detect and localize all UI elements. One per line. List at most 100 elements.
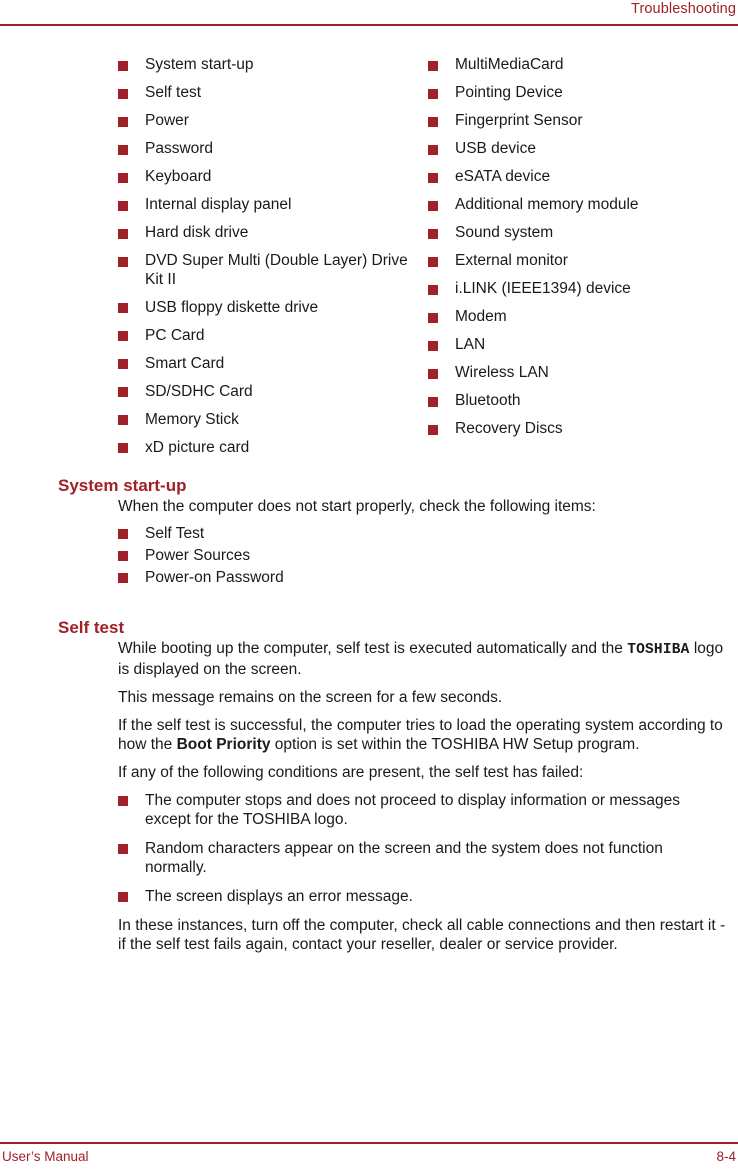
square-bullet-icon — [118, 843, 128, 854]
list-item: i.LINK (IEEE1394) device — [428, 280, 728, 299]
section-body-system-start-up: When the computer does not start properl… — [118, 497, 728, 587]
square-bullet-icon — [118, 60, 128, 71]
square-bullet-icon — [118, 891, 128, 902]
list-item: Sound system — [428, 224, 728, 243]
footer-divider — [0, 1142, 738, 1144]
list-item-label: Bluetooth — [455, 392, 521, 409]
list-item: Power-on Password — [118, 568, 728, 587]
list-item: Bluetooth — [428, 392, 728, 411]
list-item-label: USB device — [455, 140, 536, 157]
list-item: The screen displays an error message. — [118, 887, 728, 906]
footer-page-number: 8-4 — [716, 1149, 736, 1164]
list-item-label: Hard disk drive — [145, 224, 249, 241]
square-bullet-icon — [118, 528, 128, 539]
square-bullet-icon — [118, 200, 128, 211]
list-item-label: Modem — [455, 308, 507, 325]
square-bullet-icon — [118, 572, 128, 583]
list-item: Smart Card — [118, 355, 423, 374]
list-item: Modem — [428, 308, 728, 327]
square-bullet-icon — [118, 415, 128, 425]
list-item-label: Pointing Device — [455, 84, 563, 101]
square-bullet-icon — [118, 144, 128, 155]
list-item-label: Smart Card — [145, 354, 225, 372]
list-item: xD picture card — [118, 439, 423, 458]
footer-manual-label: User’s Manual — [2, 1149, 89, 1164]
list-item-label: DVD Super Multi (Double Layer) Drive Kit… — [145, 252, 408, 288]
list-item-label: Sound system — [455, 224, 554, 241]
square-bullet-icon — [428, 256, 438, 267]
square-bullet-icon — [428, 88, 438, 99]
list-item-label: xD picture card — [145, 438, 250, 456]
page-header: Troubleshooting — [0, 0, 738, 28]
list-item: Fingerprint Sensor — [428, 112, 728, 131]
square-bullet-icon — [118, 359, 128, 369]
manual-page: Troubleshooting System start-up Self tes… — [0, 0, 738, 1172]
list-item: Hard disk drive — [118, 224, 423, 243]
paragraph-text: option is set within the TOSHIBA HW Setu… — [270, 736, 640, 753]
section-heading-self-test: Self test — [58, 618, 125, 637]
square-bullet-icon — [118, 88, 128, 99]
list-item: Random characters appear on the screen a… — [118, 839, 728, 877]
list-item-label: The computer stops and does not proceed … — [145, 792, 681, 828]
paragraph-text: While booting up the computer, self test… — [118, 640, 628, 657]
toshiba-logo-text: TOSHIBA — [627, 642, 690, 658]
square-bullet-icon — [118, 443, 128, 453]
list-item: System start-up — [118, 56, 423, 75]
square-bullet-icon — [428, 144, 438, 155]
square-bullet-icon — [118, 256, 128, 267]
list-item-label: Wireless LAN — [455, 364, 549, 381]
list-item: Recovery Discs — [428, 420, 728, 439]
list-item: Power — [118, 112, 423, 131]
square-bullet-icon — [118, 116, 128, 127]
square-bullet-icon — [428, 172, 438, 183]
list-item: MultiMediaCard — [428, 56, 728, 75]
list-item: Memory Stick — [118, 411, 423, 430]
square-bullet-icon — [118, 795, 128, 806]
section-body-self-test: While booting up the computer, self test… — [118, 639, 728, 954]
list-item-label: Fingerprint Sensor — [455, 112, 583, 129]
list-item-label: Random characters appear on the screen a… — [145, 840, 663, 876]
header-chapter-title: Troubleshooting — [631, 1, 736, 17]
topic-list-left-column: System start-up Self test Power Password… — [118, 56, 423, 467]
list-item-label: Password — [145, 140, 214, 157]
square-bullet-icon — [428, 60, 438, 71]
square-bullet-icon — [428, 200, 438, 211]
list-item-label: Additional memory module — [455, 196, 639, 213]
list-item: Self Test — [118, 524, 728, 543]
list-item-label: The screen displays an error message. — [145, 888, 413, 905]
list-item: Pointing Device — [428, 84, 728, 103]
square-bullet-icon — [118, 303, 128, 313]
square-bullet-icon — [428, 284, 438, 295]
topic-list-right-column: MultiMediaCard Pointing Device Fingerpri… — [428, 56, 728, 448]
bullet-list: Self Test Power Sources Power-on Passwor… — [118, 524, 728, 587]
paragraph: This message remains on the screen for a… — [118, 689, 503, 706]
list-item-label: LAN — [455, 336, 486, 353]
list-item-label: Power-on Password — [145, 569, 284, 586]
list-item-label: SD/SDHC Card — [145, 382, 253, 400]
list-item: Keyboard — [118, 168, 423, 187]
square-bullet-icon — [428, 340, 438, 351]
square-bullet-icon — [118, 550, 128, 561]
list-item: eSATA device — [428, 168, 728, 187]
list-item-label: System start-up — [145, 56, 254, 73]
list-item-label: USB floppy diskette drive — [145, 298, 319, 316]
list-item-label: eSATA device — [455, 168, 551, 185]
bullet-list: The computer stops and does not proceed … — [118, 791, 728, 906]
square-bullet-icon — [428, 396, 438, 407]
list-item-label: Keyboard — [145, 168, 212, 185]
square-bullet-icon — [428, 424, 438, 435]
section-heading-system-start-up: System start-up — [58, 476, 187, 495]
list-item-label: Self Test — [145, 525, 205, 542]
list-item: DVD Super Multi (Double Layer) Drive Kit… — [118, 252, 423, 289]
list-item: USB device — [428, 140, 728, 159]
list-item: Power Sources — [118, 546, 728, 565]
list-item-label: Self test — [145, 84, 201, 101]
paragraph-boot-priority: If the self test is successful, the comp… — [118, 716, 728, 754]
list-item: Self test — [118, 84, 423, 103]
header-divider — [0, 24, 738, 26]
list-item: SD/SDHC Card — [118, 383, 423, 402]
list-item-label: Recovery Discs — [455, 420, 563, 437]
list-item-label: i.LINK (IEEE1394) device — [455, 280, 631, 297]
list-item: Internal display panel — [118, 196, 423, 215]
list-item: Password — [118, 140, 423, 159]
